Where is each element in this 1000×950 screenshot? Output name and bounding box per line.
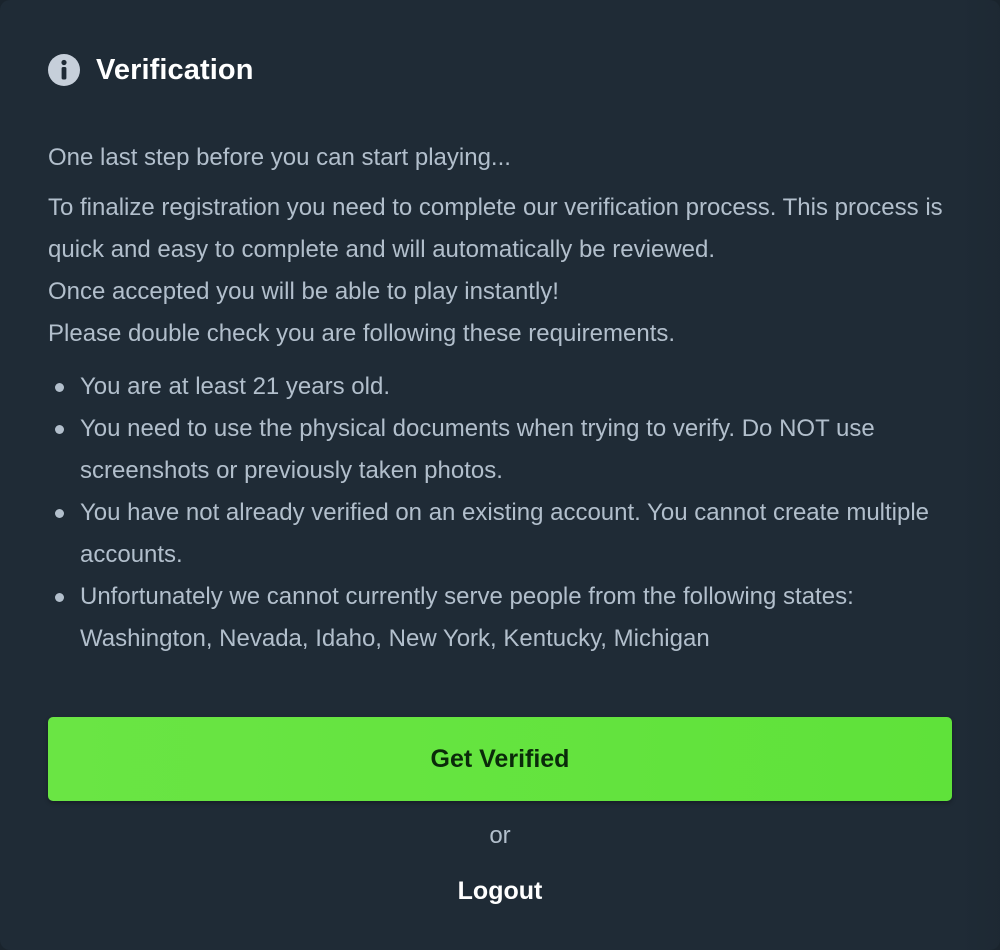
requirement-text: You have not already verified on an exis… (80, 499, 930, 568)
edge-shade (960, 0, 1000, 950)
intro-paragraph: Once accepted you will be able to play i… (48, 278, 559, 305)
intro-lead: One last step before you can start playi… (48, 144, 511, 171)
intro-paragraph: To finalize registration you need to com… (48, 194, 943, 263)
dialog-header: Verification (48, 52, 254, 88)
intro-text: One last step before you can start playi… (48, 137, 958, 355)
verification-dialog: Verification One last step before you ca… (0, 0, 1000, 950)
requirements-list: You are at least 21 years old. You need … (48, 366, 958, 660)
requirement-item: You are at least 21 years old. (48, 366, 958, 408)
requirement-item: You have not already verified on an exis… (48, 492, 958, 576)
logout-link[interactable]: Logout (400, 877, 600, 906)
requirement-item: You need to use the physical documents w… (48, 408, 958, 492)
requirement-text: You are at least 21 years old. (80, 373, 390, 400)
bullet-icon (55, 509, 64, 518)
or-separator: or (489, 822, 511, 849)
info-icon (48, 54, 80, 86)
requirement-item: Unfortunately we cannot currently serve … (48, 576, 958, 660)
intro-paragraph: Please double check you are following th… (48, 320, 676, 347)
requirement-text: Unfortunately we cannot currently serve … (80, 583, 854, 652)
bullet-icon (55, 425, 64, 434)
bullet-icon (55, 593, 64, 602)
requirement-text: You need to use the physical documents w… (80, 415, 875, 484)
dialog-title: Verification (96, 53, 254, 86)
bullet-icon (55, 383, 64, 392)
get-verified-button[interactable]: Get Verified (48, 717, 952, 801)
